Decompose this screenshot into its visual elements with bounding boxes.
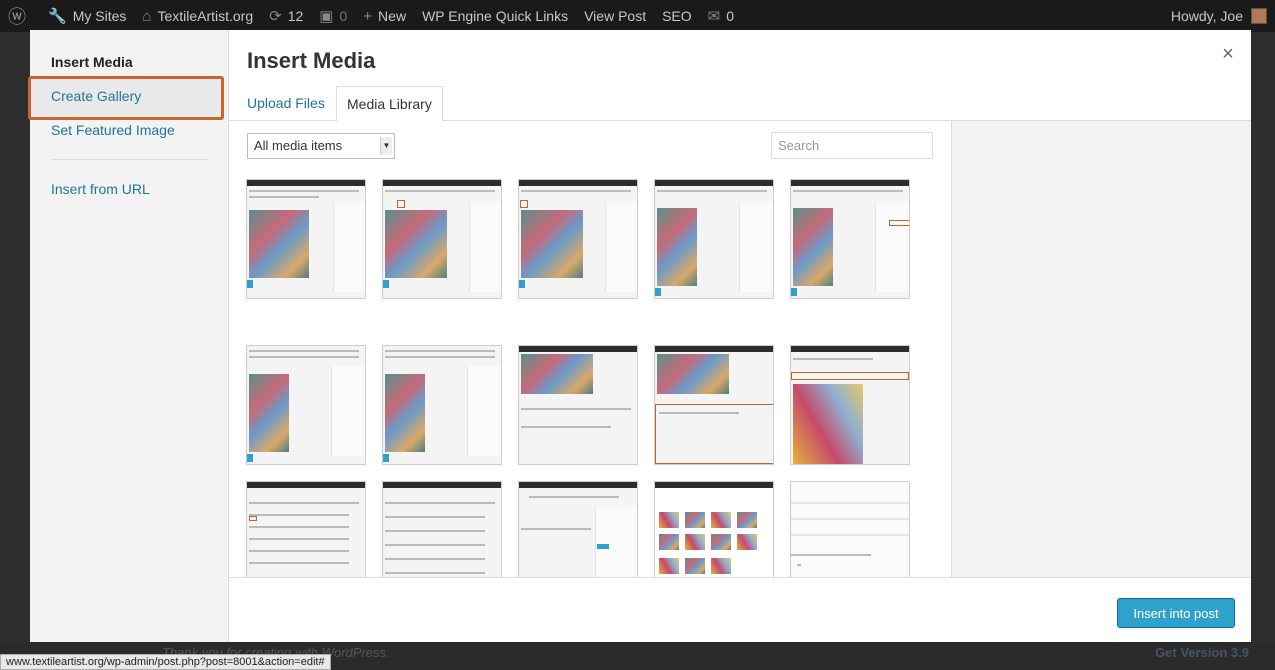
media-thumbnail[interactable] — [382, 481, 502, 577]
refresh-icon: ⟳ — [269, 8, 282, 25]
site-name-label: TextileArtist.org — [157, 8, 254, 24]
menu-separator — [51, 159, 209, 160]
media-router-tabs: Upload Files Media Library — [229, 86, 1251, 122]
notifications-menu[interactable]: ✉ 0 — [700, 0, 742, 32]
media-thumbnail[interactable] — [246, 345, 366, 465]
comments-menu[interactable]: ▣ 0 — [311, 0, 355, 32]
media-thumbnail[interactable] — [654, 179, 774, 299]
media-thumbnail[interactable] — [518, 179, 638, 299]
media-thumbnail[interactable] — [790, 345, 910, 465]
my-sites-menu[interactable]: 🔧 My Sites — [40, 0, 134, 32]
close-icon[interactable]: × — [1216, 42, 1240, 66]
chevron-down-icon: ▼ — [380, 137, 392, 155]
updates-menu[interactable]: ⟳ 12 — [261, 0, 311, 32]
search-input[interactable] — [771, 132, 933, 159]
media-thumbnail[interactable] — [790, 179, 910, 299]
howdy-label: Howdy, Joe — [1170, 8, 1243, 24]
modal-title: Insert Media — [247, 48, 376, 73]
avatar — [1251, 8, 1267, 24]
wp-engine-menu[interactable]: WP Engine Quick Links — [414, 0, 576, 32]
view-post-link[interactable]: View Post — [576, 0, 654, 32]
comment-icon: ▣ — [319, 8, 334, 25]
media-toolbar-footer: Insert into post — [229, 577, 1251, 642]
wp-engine-label: WP Engine Quick Links — [422, 8, 569, 24]
media-thumbnail[interactable] — [246, 179, 366, 299]
media-thumbnail[interactable] — [246, 481, 366, 577]
attachment-details-sidebar — [951, 121, 1251, 577]
media-thumbnail[interactable] — [790, 481, 910, 577]
mail-icon: ✉ — [707, 8, 721, 25]
attachments-browser: All media items ▼ — [229, 121, 951, 577]
my-sites-label: My Sites — [72, 8, 127, 24]
menu-item-insert-from-url[interactable]: Insert from URL — [51, 181, 150, 197]
menu-heading: Insert Media — [51, 54, 133, 70]
view-post-label: View Post — [584, 8, 647, 24]
account-menu[interactable]: Howdy, Joe — [1171, 0, 1267, 32]
updates-count: 12 — [287, 8, 304, 24]
insert-media-modal: Insert Media Create Gallery Set Featured… — [28, 30, 1251, 642]
menu-item-create-gallery[interactable]: Create Gallery — [51, 88, 141, 104]
tab-media-library[interactable]: Media Library — [336, 86, 443, 122]
seo-label: SEO — [662, 8, 692, 24]
filter-selected-value: All media items — [254, 138, 343, 153]
media-thumbnail[interactable] — [382, 179, 502, 299]
get-version-link[interactable]: Get Version 3.9 — [1155, 645, 1249, 660]
wordpress-logo-icon[interactable]: ⓦ — [0, 0, 40, 32]
plus-icon: + — [363, 7, 373, 25]
media-menu: Insert Media Create Gallery Set Featured… — [28, 30, 229, 642]
insert-into-post-button[interactable]: Insert into post — [1117, 598, 1235, 628]
comments-count: 0 — [339, 8, 348, 24]
wrench-icon: 🔧 — [48, 8, 67, 25]
tab-upload-files[interactable]: Upload Files — [237, 86, 335, 121]
home-icon: ⌂ — [142, 7, 152, 25]
new-label: New — [378, 8, 407, 24]
site-name-menu[interactable]: ⌂ TextileArtist.org — [134, 0, 261, 32]
media-thumbnail[interactable] — [654, 345, 774, 465]
admin-bar: ⓦ 🔧 My Sites ⌂ TextileArtist.org ⟳ 12 ▣ … — [0, 0, 1275, 32]
menu-item-set-featured-image[interactable]: Set Featured Image — [51, 122, 175, 138]
media-thumbnail[interactable] — [518, 345, 638, 465]
media-thumbnail[interactable] — [518, 481, 638, 577]
media-thumbnail[interactable] — [654, 481, 774, 577]
new-content-menu[interactable]: + New — [355, 0, 414, 32]
media-thumbnail[interactable] — [382, 345, 502, 465]
seo-menu[interactable]: SEO — [654, 0, 700, 32]
media-filter-select[interactable]: All media items ▼ — [247, 133, 395, 159]
browser-status-url: www.textileartist.org/wp-admin/post.php?… — [0, 654, 331, 670]
notifications-count: 0 — [726, 8, 735, 24]
